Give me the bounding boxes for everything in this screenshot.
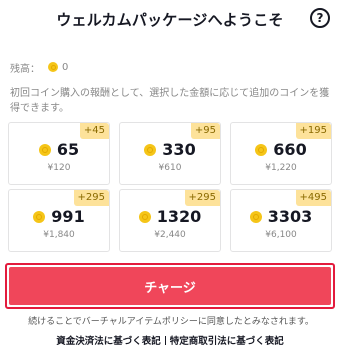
package-card[interactable]: +495 3303 ¥6,100 — [230, 189, 332, 252]
coin-icon — [255, 143, 268, 156]
coin-amount: 65 — [56, 140, 80, 159]
package-price: ¥6,100 — [265, 230, 297, 240]
coin-icon — [249, 210, 262, 223]
bonus-badge: +195 — [295, 123, 331, 139]
package-card[interactable]: +195 660 ¥1,220 — [230, 122, 332, 185]
package-price: ¥1,220 — [265, 163, 297, 173]
help-icon[interactable]: ? — [310, 8, 330, 28]
coin-amount: 660 — [273, 140, 307, 159]
coin-amount: 3303 — [267, 207, 313, 226]
payment-services-act-link[interactable]: 資金決済法に基づく表記 — [56, 336, 161, 347]
bonus-badge: +45 — [79, 123, 109, 139]
coin-amount: 330 — [162, 140, 196, 159]
package-card[interactable]: +295 1320 ¥2,440 — [119, 189, 221, 252]
package-card[interactable]: +295 991 ¥1,840 — [8, 189, 110, 252]
package-price: ¥610 — [158, 163, 182, 173]
bonus-badge: +295 — [73, 190, 109, 206]
page-title: ウェルカムパッケージへようこそ — [56, 11, 284, 29]
coin-amount: 991 — [51, 207, 85, 226]
coin-icon — [144, 143, 157, 156]
package-card[interactable]: +45 65 ¥120 — [8, 122, 110, 185]
package-price: ¥120 — [47, 163, 71, 173]
header: ウェルカムパッケージへようこそ ? — [0, 0, 340, 38]
coin-icon — [38, 143, 51, 156]
bonus-badge: +295 — [184, 190, 220, 206]
coin-icon — [138, 210, 151, 223]
commercial-transactions-act-link[interactable]: 特定商取引法に基づく表記 — [170, 336, 284, 347]
footer-divider — [164, 336, 166, 345]
package-card[interactable]: +95 330 ¥610 — [119, 122, 221, 185]
balance-value: 0 — [62, 61, 69, 73]
package-price: ¥2,440 — [154, 230, 186, 240]
coin-amount: 1320 — [156, 207, 202, 226]
description-text: 初回コイン購入の報酬として、選択した金額に応じて追加のコインを獲得できます。 — [10, 88, 330, 114]
bonus-badge: +495 — [295, 190, 331, 206]
footer-links: 資金決済法に基づく表記 特定商取引法に基づく表記 — [0, 333, 340, 347]
balance-row: 残高： 0 — [10, 59, 68, 75]
coin-icon — [33, 210, 46, 223]
package-price: ¥1,840 — [43, 230, 75, 240]
charge-button-outline: チャージ — [5, 263, 335, 309]
charge-button[interactable]: チャージ — [9, 267, 331, 305]
coin-icon — [48, 62, 58, 72]
policy-text: 続けることでバーチャルアイテムポリシーに同意したとみなされます。 — [28, 317, 314, 327]
balance-label: 残高： — [10, 63, 40, 75]
bonus-badge: +95 — [190, 123, 220, 139]
